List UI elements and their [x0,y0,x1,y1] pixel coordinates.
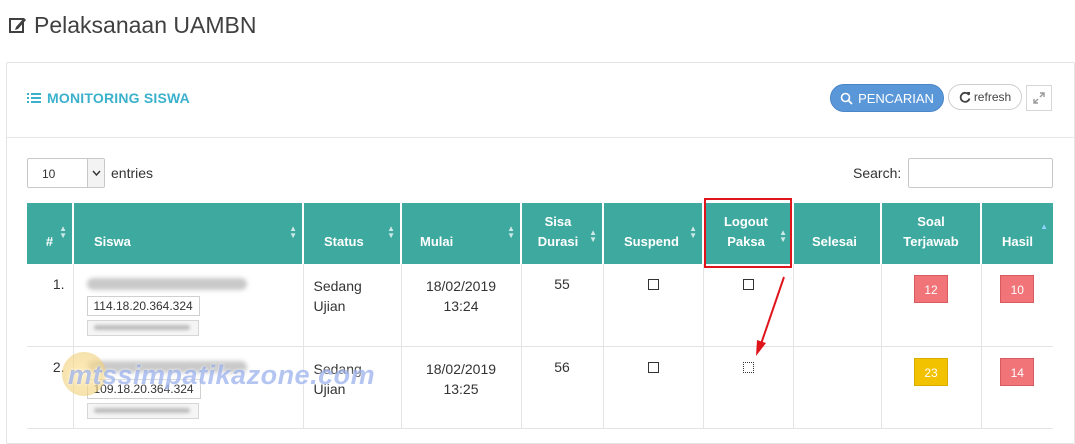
search-input[interactable] [908,158,1053,188]
siswa-cell: 114.18.20.364.324 [73,264,304,347]
sort-icon: ▲ ▼ [289,224,297,240]
panel-title: MONITORING SISWA [27,90,190,106]
col-header-selesai-label: Selesai [812,234,857,249]
search-label: Search: [853,165,902,181]
search-button[interactable]: PENCARIAN [830,84,944,112]
soal-terjawab-cell: 12 [881,264,982,347]
status-line1: Sedang [313,278,362,294]
hasil-badge: 10 [1000,275,1035,303]
expand-button[interactable] [1026,85,1052,111]
col-header-suspend-label: Suspend [624,234,679,249]
col-header-mulai[interactable]: Mulai ▲ ▼ [401,203,522,264]
status-line2: Ujian [313,298,346,314]
soal-terjawab-cell: 23 [881,346,982,429]
logout-paksa-checkbox[interactable] [742,361,754,373]
expand-icon [1033,92,1045,104]
suspend-cell [603,264,704,347]
col-header-hasil-label: Hasil [1001,234,1034,249]
suspend-cell [603,346,704,429]
logout-paksa-cell [703,346,794,429]
sort-icon: ▲ ▼ [689,224,697,240]
col-header-siswa-label: Siswa [94,234,131,249]
col-header-siswa[interactable]: Siswa ▲ ▼ [73,203,304,264]
table-header-row: # ▲ ▼ Siswa ▲ ▼ Status ▲ ▼ Mulai ▲ ▼ Sisa Dur… [27,203,1053,264]
col-header-soal-line2: Terjawab [903,234,959,249]
col-header-sisa-durasi[interactable]: Sisa Durasi ▲ ▼ [521,203,604,264]
ip-address: 114.18.20.364.324 [86,296,200,316]
suspend-checkbox[interactable] [647,279,659,290]
row-number: 1. [27,264,74,347]
entries-value: 10 [42,167,56,181]
soal-terjawab-badge: 12 [914,275,948,303]
entries-select[interactable]: 10 [27,158,105,188]
sort-icon: ▲ ▼ [59,224,67,240]
entries-label: entries [111,165,154,181]
search-icon [840,92,853,105]
annotation-highlight-box [704,198,792,268]
col-header-status[interactable]: Status ▲ ▼ [303,203,402,264]
sort-icon: ▲ ▼ [507,224,515,240]
refresh-icon [959,91,971,103]
col-header-hasil[interactable]: Hasil ▲ [981,203,1053,264]
refresh-button-label: refresh [973,90,1012,104]
selesai-cell [793,346,882,429]
col-header-sisa-line1: Sisa [544,214,572,229]
student-name-blurred [86,278,247,290]
panel-header: MONITORING SISWA PENCARIAN refresh [7,63,1074,138]
mulai-cell: 18/02/2019 13:24 [401,264,522,347]
page-title: Pelaksanaan UAMBN [8,10,256,40]
watermark-text: mtssimpatikazone.com [68,360,376,390]
chevron-down-icon [87,159,104,187]
page-title-text: Pelaksanaan UAMBN [34,11,257,38]
hasil-cell: 14 [981,346,1053,429]
sort-icon: ▲ ▼ [387,224,395,240]
panel-title-text: MONITORING SISWA [47,90,190,106]
hasil-cell: 10 [981,264,1053,347]
logout-paksa-checkbox[interactable] [742,279,754,290]
mulai-cell: 18/02/2019 13:25 [401,346,522,429]
selesai-cell [793,264,882,347]
mulai-time: 13:24 [443,298,479,314]
col-header-status-label: Status [324,234,364,249]
edit-icon [9,18,26,33]
refresh-button[interactable]: refresh [948,84,1022,110]
suspend-checkbox[interactable] [647,361,659,373]
table-row: 1. 114.18.20.364.324 Sedang Ujian 18/02/… [27,264,1053,347]
mulai-time: 13:25 [443,380,479,397]
col-header-soal-terjawab[interactable]: Soal Terjawab [881,203,982,264]
school-name-blurred [86,402,199,419]
mulai-date: 18/02/2019 [425,278,497,294]
col-header-mulai-label: Mulai [420,234,454,249]
status-cell: Sedang Ujian [303,264,402,347]
col-header-no[interactable]: # ▲ ▼ [27,203,74,264]
list-icon [27,93,41,103]
col-header-soal-line1: Soal [917,214,945,229]
col-header-selesai[interactable]: Selesai [793,203,882,264]
sisa-durasi-cell: 56 [521,346,604,429]
col-header-sisa-line2: Durasi [537,234,579,249]
sisa-durasi-cell: 55 [521,264,604,347]
sort-icon: ▲ ▼ [589,228,597,244]
soal-terjawab-badge: 23 [914,357,948,386]
search-button-label: PENCARIAN [858,90,934,106]
mulai-date: 18/02/2019 [425,360,497,377]
col-header-suspend[interactable]: Suspend ▲ ▼ [603,203,704,264]
hasil-badge: 14 [1000,357,1035,386]
sort-asc-icon: ▲ [1040,222,1048,231]
logout-paksa-cell [703,264,794,347]
school-name-blurred [86,320,199,336]
monitoring-table: # ▲ ▼ Siswa ▲ ▼ Status ▲ ▼ Mulai ▲ ▼ Sisa Dur… [27,203,1053,429]
